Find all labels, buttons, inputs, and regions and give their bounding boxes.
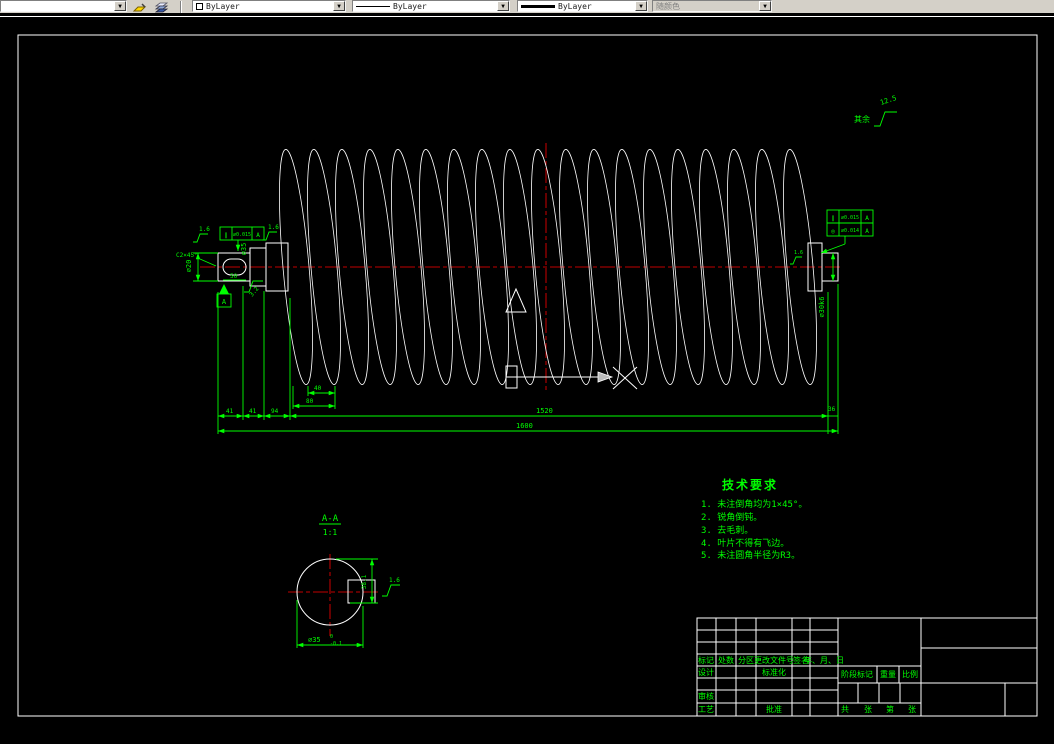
dim-span: 1520 <box>536 407 553 415</box>
tol-right2-datum: A <box>865 228 869 235</box>
tech-item-1: 1. 未注倒角均为1×45°。 <box>701 498 807 510</box>
tb-weight: 重量 <box>880 669 896 679</box>
datum-label: A <box>222 298 227 306</box>
dim-dia-right: ⌀30k6 <box>818 296 826 317</box>
tech-title: 技术要求 <box>722 477 778 492</box>
dim-40: 40 <box>314 385 322 392</box>
chevron-down-icon: ▼ <box>759 1 771 11</box>
tol-left-symbol: ∥ <box>225 232 228 239</box>
tol-right1-value: ⌀0.015 <box>841 215 859 221</box>
tb-process: 工艺 <box>698 705 714 714</box>
dim-36: 36 <box>828 406 836 413</box>
section-view: A-A 1:1 ⌀35 0 -0.1 38.1 1.6 <box>296 514 400 648</box>
sheet-frame <box>17 34 1038 717</box>
color-swatch <box>196 2 203 10</box>
lineweight-control-value: ByLayer <box>558 1 592 11</box>
roughness-32: 3.2 <box>248 285 261 298</box>
arrow-right-icon <box>597 371 614 383</box>
tol-right2-symbol: ◎ <box>831 228 835 235</box>
layers-button[interactable] <box>152 0 172 13</box>
tol-right1-symbol: ∥ <box>832 215 835 222</box>
tol-right2-value: ⌀0.014 <box>841 228 859 234</box>
linetype-sample <box>356 5 390 7</box>
tol-left-value: ⌀0.015 <box>233 232 251 238</box>
tb-scale: 比例 <box>902 669 918 679</box>
tb-sheet-b: 张 <box>908 705 916 714</box>
tb-stage: 阶段标记 <box>841 669 873 679</box>
tb-count: 处数 <box>718 655 734 665</box>
toolbar-separator <box>180 1 182 13</box>
rest-label: 其余 <box>854 114 870 124</box>
layer-combo[interactable]: ▼ <box>0 0 127 12</box>
surface-rest-note: 其余 12.5 <box>854 94 898 127</box>
layer-current-icon <box>132 3 147 12</box>
roughness-16c: 1.6 <box>794 250 803 256</box>
lineweight-sample <box>521 4 555 8</box>
tb-standardize: 标准化 <box>762 667 786 677</box>
tb-review: 审核 <box>698 691 714 701</box>
tol-right1-datum: A <box>865 215 869 222</box>
tolerance-frame-right: ∥ ⌀0.015 A ◎ ⌀0.014 A <box>820 209 874 254</box>
plotstyle-control: 随颜色 ▼ <box>652 0 772 12</box>
title-block: 标记 处数 分区 更改文件号 签名 年、月、日 设计 标准化 审核 工艺 批准 … <box>696 617 1038 717</box>
plotstyle-control-value: 随颜色 <box>656 1 680 11</box>
chevron-down-icon[interactable]: ▼ <box>333 1 345 11</box>
dim-chamfer: C2×45° <box>176 252 198 259</box>
tech-item-2: 2. 锐角倒钝。 <box>701 511 762 523</box>
tb-change-no: 更改文件号 <box>754 655 794 665</box>
section-title: A-A <box>322 514 339 524</box>
tb-date: 年、月、日 <box>804 655 844 665</box>
tb-mark: 标记 <box>698 655 714 665</box>
chevron-down-icon[interactable]: ▼ <box>497 1 509 11</box>
color-control[interactable]: ByLayer ▼ <box>192 0 346 12</box>
dim-dia-hub: ⌀35 <box>240 243 248 256</box>
roughness-16b: 1.6 <box>268 224 279 231</box>
color-control-value: ByLayer <box>206 1 240 11</box>
tb-total: 共 <box>841 705 849 714</box>
tech-item-5: 5. 未注圆角半径为R3。 <box>701 549 800 561</box>
centerlines <box>200 143 842 636</box>
tech-requirements: 技术要求 1. 未注倒角均为1×45°。 2. 锐角倒钝。 3. 去毛刺。 4.… <box>701 477 807 561</box>
dim-41b: 41 <box>249 408 257 415</box>
dim-dia-left: ⌀20 <box>185 260 193 273</box>
layers-icon <box>154 2 169 13</box>
dim-41a: 41 <box>226 408 234 415</box>
linetype-control-value: ByLayer <box>393 1 427 11</box>
rest-value: 12.5 <box>879 94 898 107</box>
tol-left-datum: A <box>256 232 260 239</box>
make-layer-current-button[interactable] <box>130 0 150 13</box>
tb-no: 第 <box>886 704 894 714</box>
section-width: ⌀35 <box>308 636 321 644</box>
lineweight-control[interactable]: ByLayer ▼ <box>517 0 648 12</box>
drawing-area-top-edge <box>0 16 1054 17</box>
datum-symbol: A <box>216 284 232 308</box>
tb-sheet-a: 张 <box>864 705 872 714</box>
dim-94: 94 <box>271 408 279 415</box>
tech-item-4: 4. 叶片不得有飞边。 <box>701 537 789 549</box>
tb-design: 设计 <box>698 667 714 677</box>
section-width-tol-lo: -0.1 <box>330 641 342 647</box>
dim-key-length: 50 <box>230 273 238 280</box>
section-depth: 38.1 <box>361 574 368 589</box>
section-width-tol-hi: 0 <box>330 634 333 640</box>
tb-zone: 分区 <box>738 656 754 665</box>
roughness-16a: 1.6 <box>199 226 210 233</box>
chevron-down-icon[interactable]: ▼ <box>635 1 647 11</box>
chevron-down-icon[interactable]: ▼ <box>114 1 126 11</box>
model-space[interactable]: 41 41 94 1520 36 1600 40 80 ⌀20 ⌀35 ⌀30k… <box>0 0 1054 744</box>
tb-approve: 批准 <box>766 704 782 714</box>
tech-item-3: 3. 去毛刺。 <box>701 524 753 536</box>
linetype-control[interactable]: ByLayer ▼ <box>352 0 510 12</box>
properties-toolbar: ▼ ByLayer ▼ ByLayer ▼ ByLayer ▼ 随颜色 ▼ <box>0 0 1054 13</box>
section-scale: 1:1 <box>323 528 338 537</box>
dim-overall: 1600 <box>516 422 533 430</box>
dim-80: 80 <box>306 398 314 405</box>
section-roughness: 1.6 <box>389 577 400 584</box>
